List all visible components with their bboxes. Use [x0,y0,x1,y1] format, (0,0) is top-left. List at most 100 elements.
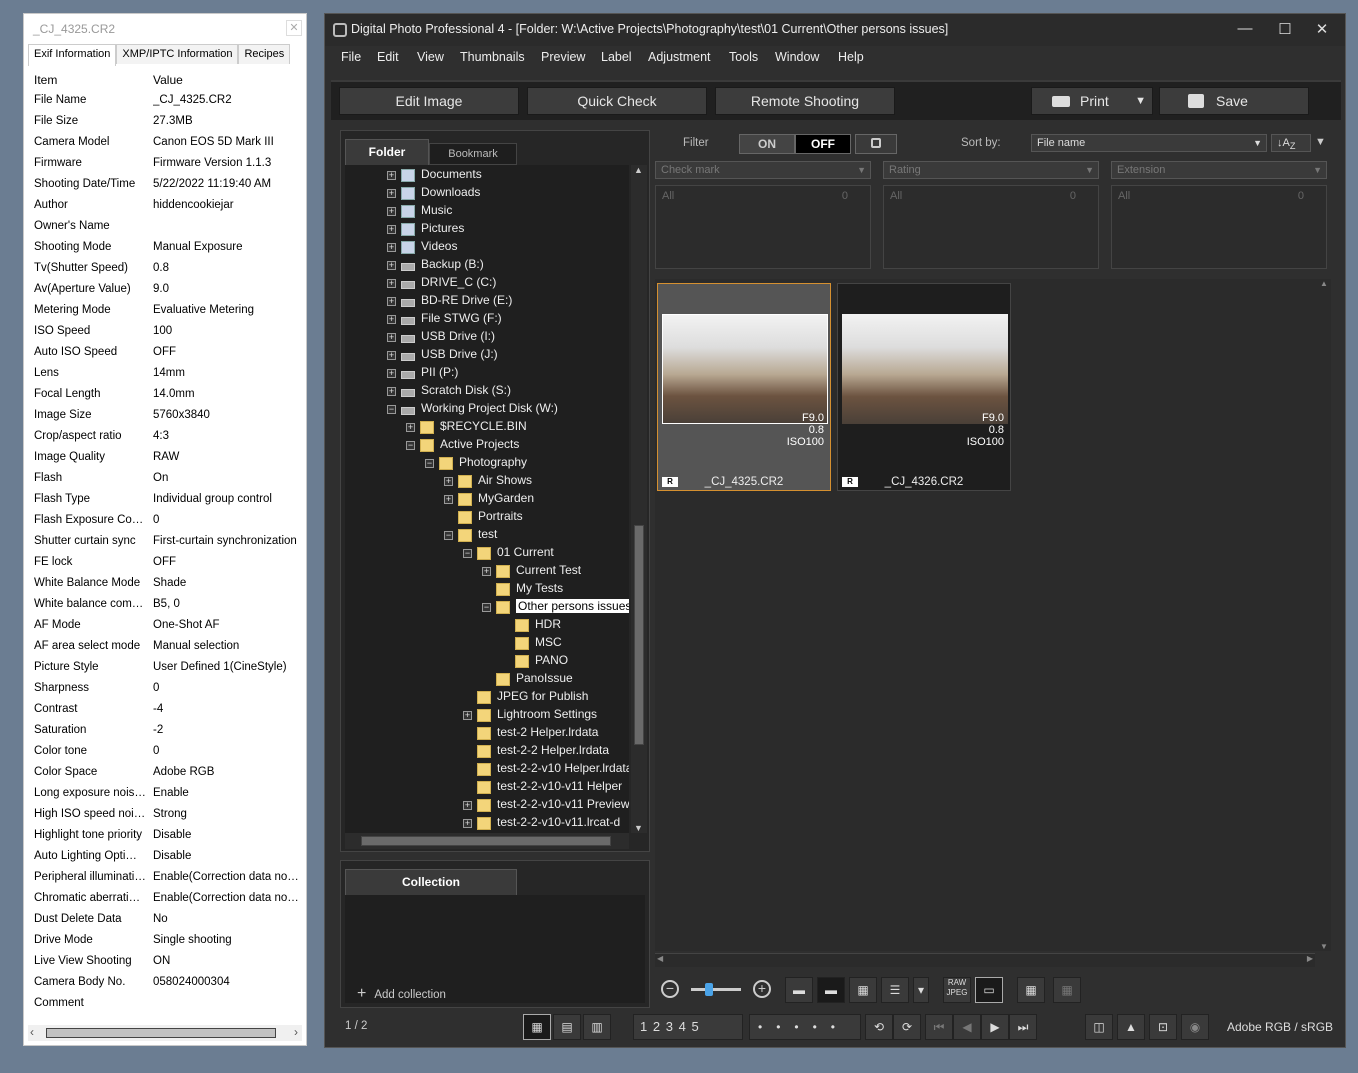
list-item-all[interactable]: All [890,190,902,202]
check-mark-2[interactable]: 2 [653,1019,661,1034]
remote-shooting-button[interactable]: Remote Shooting [715,87,895,115]
table-row[interactable]: Focal Length 14.0mm [24,386,306,407]
expand-icon[interactable]: + [387,333,396,342]
table-row[interactable]: Metering Mode Evaluative Metering [24,302,306,323]
preview-pane-icon[interactable]: ▭ [975,977,1003,1003]
expand-icon[interactable]: + [444,495,453,504]
table-row[interactable]: Camera Body No. 058024000304 [24,974,306,995]
sort-order-button[interactable]: ↓AZ [1271,134,1311,152]
maximize-icon[interactable]: ☐ [1273,20,1297,40]
check-mark-4[interactable]: 4 [679,1019,687,1034]
table-row[interactable]: White balance comp... B5, 0 [24,596,306,617]
table-row[interactable]: AF Mode One-Shot AF [24,617,306,638]
focus-point-icon[interactable]: ⊡ [1149,1014,1177,1040]
table-row[interactable]: Tv(Shutter Speed) 0.8 [24,260,306,281]
table-row[interactable]: Flash Type Individual group control [24,491,306,512]
minimize-icon[interactable]: — [1233,20,1257,40]
expand-icon[interactable]: + [387,189,396,198]
table-row[interactable]: AF area select mode Manual selection [24,638,306,659]
next-image-icon[interactable]: ▶ [981,1014,1009,1040]
slider-handle[interactable] [705,983,713,996]
tab-exif[interactable]: Exif Information [28,44,117,66]
table-row[interactable]: Owner's Name [24,218,306,239]
scroll-up-icon[interactable]: ▲ [1320,279,1328,288]
filter-menu-icon[interactable]: ▼ [1315,136,1326,148]
table-row[interactable]: Saturation -2 [24,722,306,743]
table-row[interactable]: Shutter curtain sync First-curtain synchr… [24,533,306,554]
rating-list[interactable]: All 0 [883,185,1099,269]
tab-folder[interactable]: Folder [345,139,429,165]
menu-window[interactable]: Window [775,50,819,64]
check-mark-buttons[interactable]: 1 2 3 4 5 [633,1014,743,1040]
collapse-icon[interactable]: − [425,459,434,468]
expand-icon[interactable]: + [406,423,415,432]
zoom-out-icon[interactable]: − [661,980,679,998]
menu-thumbnails[interactable]: Thumbnails [460,50,525,64]
table-row[interactable]: File Size 27.3MB [24,113,306,134]
expand-icon[interactable]: + [387,261,396,270]
expand-icon[interactable]: + [387,315,396,324]
view-dropdown-icon[interactable]: ▾ [913,977,929,1003]
table-row[interactable]: Long exposure noise ... Enable [24,785,306,806]
table-row[interactable]: Shooting Mode Manual Exposure [24,239,306,260]
scroll-left-icon[interactable]: ◀ [657,954,663,963]
check-mark-1[interactable]: 1 [640,1019,648,1034]
filter-off-button[interactable]: OFF [795,134,851,154]
table-row[interactable]: White Balance Mode Shade [24,575,306,596]
print-button[interactable]: Print ▼ [1031,87,1153,115]
expand-icon[interactable]: + [387,171,396,180]
tree-horizontal-scrollbar[interactable] [345,833,629,849]
collapse-icon[interactable]: − [444,531,453,540]
collapse-icon[interactable]: − [387,405,396,414]
info-horizontal-scrollbar[interactable]: ‹ › [28,1025,302,1041]
rating-stars[interactable]: ••••• [749,1014,861,1040]
table-row[interactable]: Color Space Adobe RGB [24,764,306,785]
thumbnail-horizontal-scrollbar[interactable]: ◀ ▶ [655,953,1315,967]
thumbnail-filmstrip-icon[interactable]: ▥ [583,1014,611,1040]
table-row[interactable]: Crop/aspect ratio 4:3 [24,428,306,449]
table-row[interactable]: Image Quality RAW [24,449,306,470]
table-row[interactable]: Camera Model Canon EOS 5D Mark III [24,134,306,155]
menu-adjustment[interactable]: Adjustment [648,50,711,64]
check-mark-list[interactable]: All 0 [655,185,871,269]
tool-palette-icon[interactable]: ◫ [1085,1014,1113,1040]
expand-icon[interactable]: + [387,225,396,234]
scroll-right-icon[interactable]: ▶ [1307,954,1313,963]
dropdown-arrow-icon[interactable]: ▼ [1135,88,1146,114]
edit-image-button[interactable]: Edit Image [339,87,519,115]
table-row[interactable]: Color tone 0 [24,743,306,764]
table-row[interactable]: Live View Shooting ON [24,953,306,974]
thumbnail-vertical-scrollbar[interactable]: ▲ ▼ [1317,279,1331,951]
expand-icon[interactable]: + [463,819,472,828]
rotate-right-icon[interactable]: ⟳ [893,1014,921,1040]
expand-icon[interactable]: + [387,279,396,288]
table-row[interactable]: Av(Aperture Value) 9.0 [24,281,306,302]
check-mark-dropdown[interactable]: Check mark ▼ [655,161,871,179]
table-row[interactable]: Peripheral illumination... Enable(Correct… [24,869,306,890]
filter-on-button[interactable]: ON [739,134,795,154]
large-thumbnail-icon[interactable]: ▬ [785,977,813,1003]
extension-list[interactable]: All 0 [1111,185,1327,269]
table-row[interactable]: Auto ISO Speed OFF [24,344,306,365]
list-view-icon[interactable]: ☰ [881,977,909,1003]
scroll-down-icon[interactable]: ▼ [1320,942,1328,951]
table-row[interactable]: File Name _CJ_4325.CR2 [24,92,306,113]
collapse-icon[interactable]: − [482,603,491,612]
check-mark-5[interactable]: 5 [691,1019,699,1034]
table-row[interactable]: Image Size 5760x3840 [24,407,306,428]
table-row[interactable]: Drive Mode Single shooting [24,932,306,953]
tab-bookmark[interactable]: Bookmark [429,143,517,165]
scroll-thumb[interactable] [634,525,644,745]
menu-view[interactable]: View [417,50,444,64]
scroll-down-icon[interactable]: ▼ [634,823,643,833]
column-header-item[interactable]: Item [34,73,146,87]
thumbnail-preview-icon[interactable]: ▤ [553,1014,581,1040]
table-row[interactable]: Flash Exposure Comp... 0 [24,512,306,533]
expand-icon[interactable]: + [444,477,453,486]
table-row[interactable]: Flash On [24,470,306,491]
zoom-slider[interactable] [691,983,741,996]
grid-view-icon[interactable]: ▦ [1017,977,1045,1003]
lock-icon[interactable] [855,134,897,154]
histogram-icon[interactable]: ▲ [1117,1014,1145,1040]
extension-dropdown[interactable]: Extension ▼ [1111,161,1327,179]
